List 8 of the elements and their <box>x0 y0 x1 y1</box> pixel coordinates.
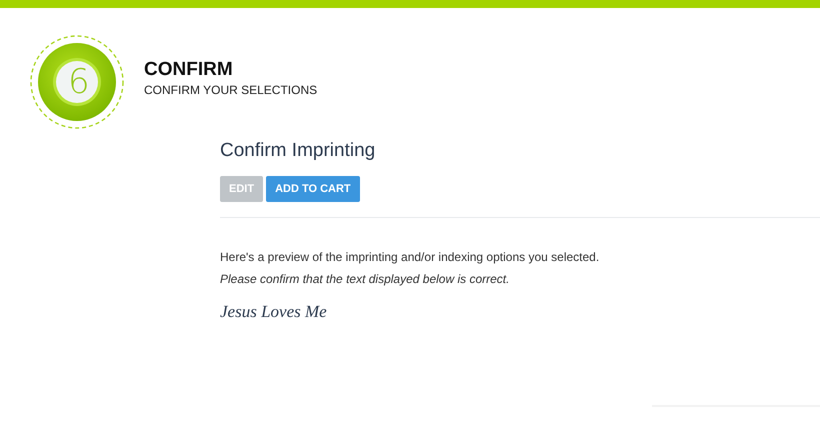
action-button[interactable]: ADD TO CART <box>266 176 360 202</box>
step-title: CONFIRM <box>144 59 234 81</box>
imprint-preview: Jesus Loves Me <box>220 302 328 322</box>
note-text: Please confirm that the text displayed below is correct. <box>220 272 510 286</box>
intro-text: Here's a preview of the imprinting and/or indexing options you selected. <box>220 250 600 264</box>
section-title: Confirm Imprinting <box>220 140 376 162</box>
step-subtitle: CONFIRM YOUR SELECTIONS <box>144 83 318 97</box>
step-number: 6 <box>68 62 86 102</box>
